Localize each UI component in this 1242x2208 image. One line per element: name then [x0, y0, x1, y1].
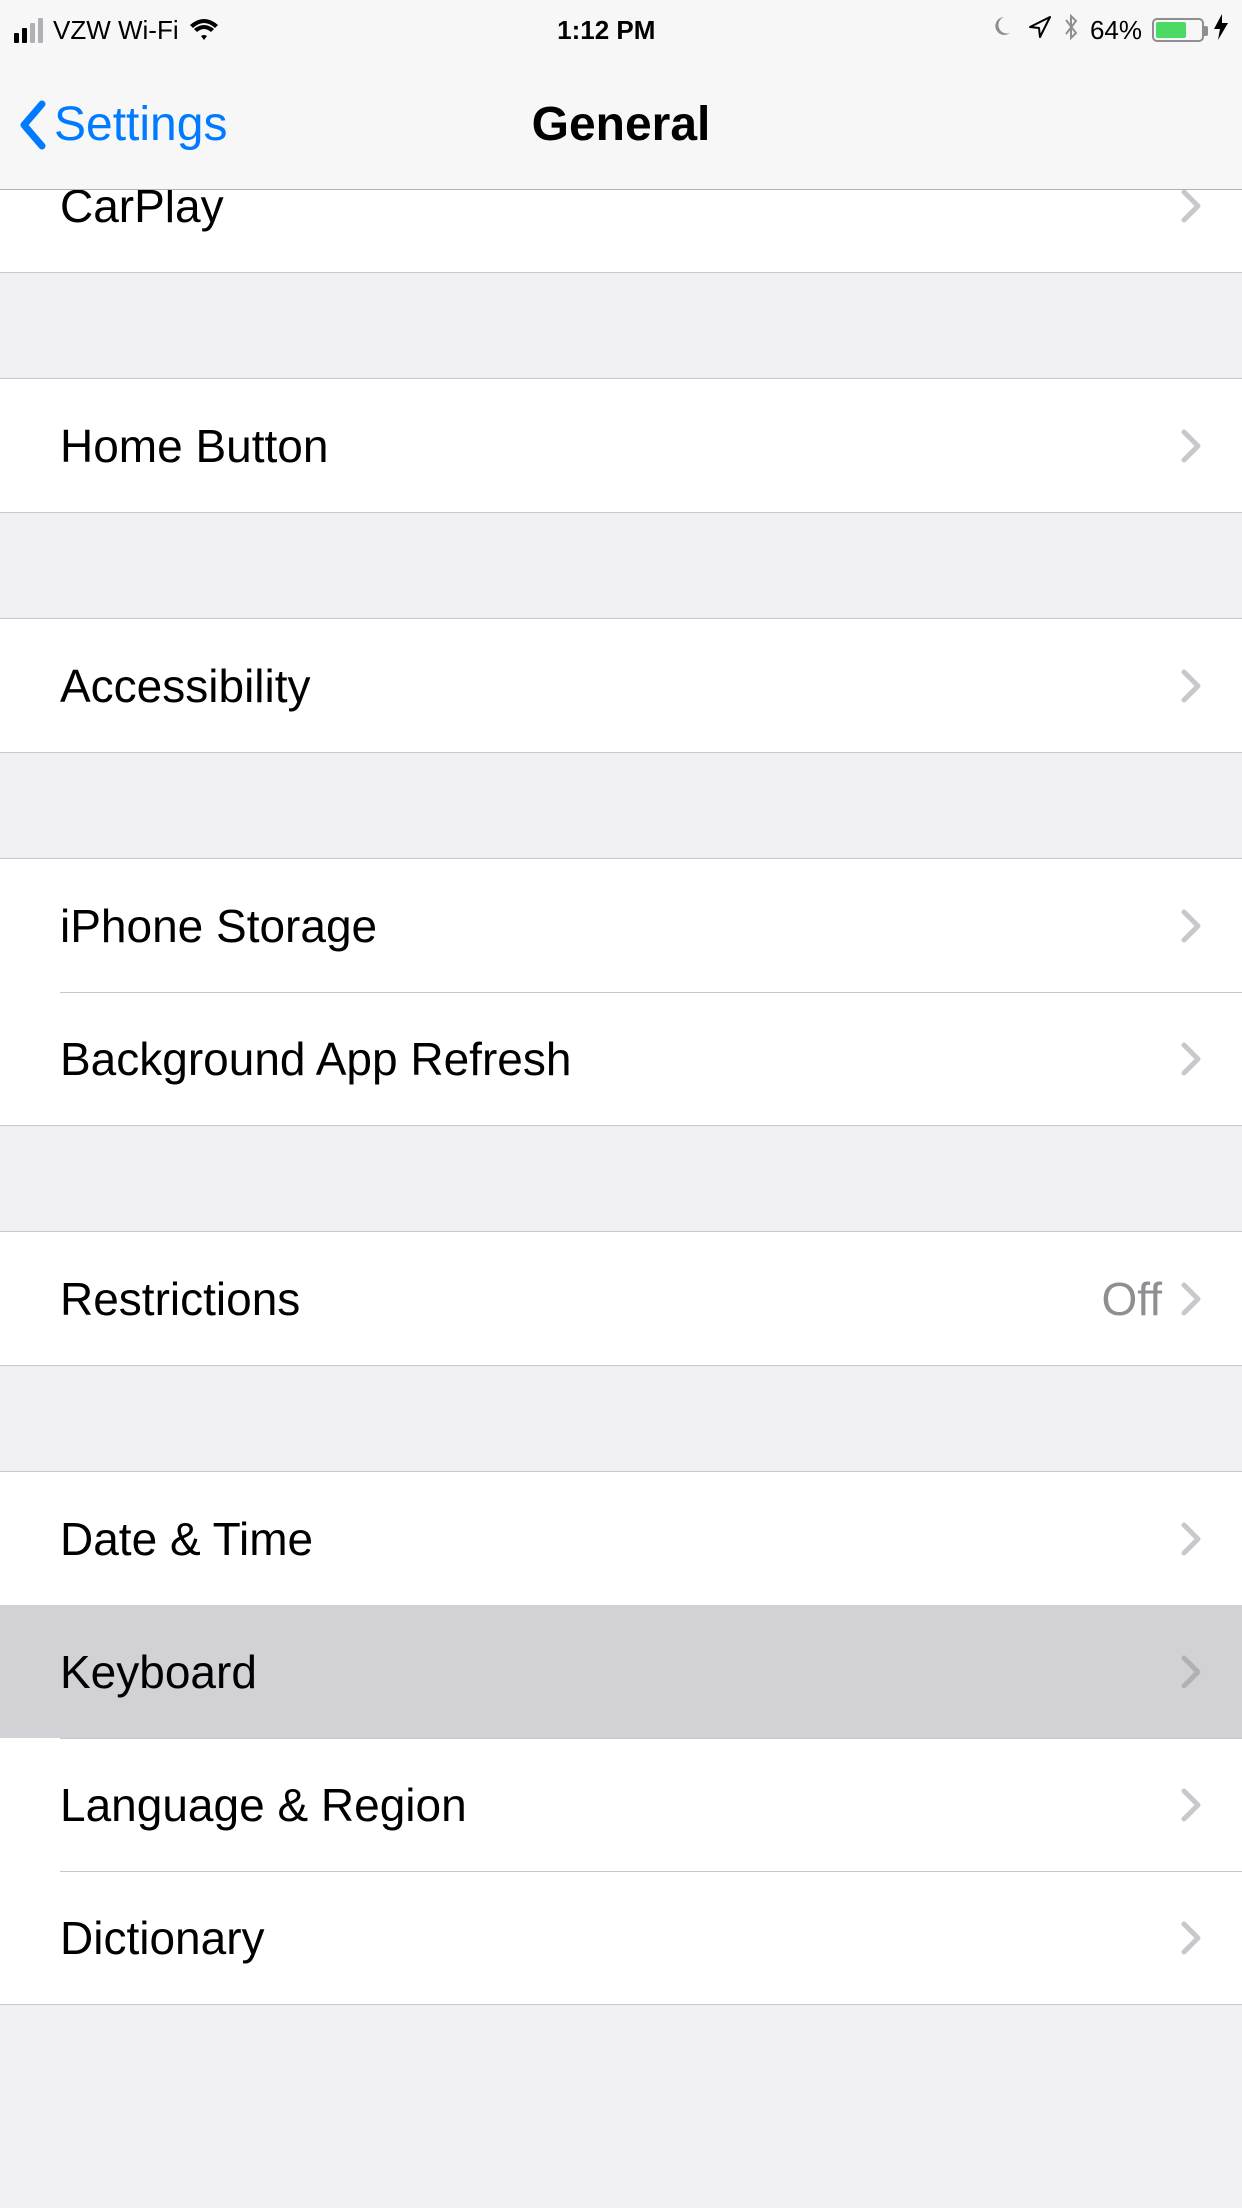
chevron-right-icon [1180, 1787, 1202, 1823]
status-right: 64% [994, 13, 1228, 48]
chevron-right-icon [1180, 1041, 1202, 1077]
status-time: 1:12 PM [557, 15, 655, 46]
group-restrictions: Restrictions Off [0, 1231, 1242, 1366]
group-handoff-carplay: Handoff CarPlay [0, 190, 1242, 273]
chevron-right-icon [1180, 190, 1202, 224]
row-label: Restrictions [60, 1272, 1101, 1326]
row-label: Home Button [60, 419, 1180, 473]
chevron-right-icon [1180, 1920, 1202, 1956]
carrier-label: VZW Wi-Fi [53, 15, 179, 46]
row-label: CarPlay [60, 190, 1180, 233]
row-date-time[interactable]: Date & Time [0, 1472, 1242, 1605]
status-left: VZW Wi-Fi [14, 15, 219, 46]
row-label: Date & Time [60, 1512, 1180, 1566]
settings-list[interactable]: Handoff CarPlay Home Button Accessibilit… [0, 190, 1242, 2208]
chevron-right-icon [1180, 1521, 1202, 1557]
row-background-app-refresh[interactable]: Background App Refresh [0, 992, 1242, 1125]
chevron-right-icon [1180, 1654, 1202, 1690]
row-label: iPhone Storage [60, 899, 1180, 953]
row-iphone-storage[interactable]: iPhone Storage [0, 859, 1242, 992]
row-label: Dictionary [60, 1911, 1180, 1965]
location-icon [1028, 15, 1052, 46]
row-label: Accessibility [60, 659, 1180, 713]
row-carplay[interactable]: CarPlay [0, 190, 1242, 272]
chevron-right-icon [1180, 428, 1202, 464]
row-label: Keyboard [60, 1645, 1180, 1699]
back-button[interactable]: Settings [18, 60, 227, 189]
status-bar: VZW Wi-Fi 1:12 PM 64% [0, 0, 1242, 60]
bluetooth-icon [1062, 13, 1080, 48]
wifi-icon [189, 19, 219, 41]
group-accessibility: Accessibility [0, 618, 1242, 753]
group-locale: Date & Time Keyboard Language & Region D… [0, 1471, 1242, 2005]
chevron-right-icon [1180, 1281, 1202, 1317]
back-label: Settings [54, 97, 227, 152]
chevron-right-icon [1180, 668, 1202, 704]
chevron-left-icon [18, 100, 48, 150]
do-not-disturb-icon [994, 15, 1018, 46]
page-title: General [532, 97, 711, 152]
battery-icon [1152, 18, 1204, 42]
row-dictionary[interactable]: Dictionary [0, 1871, 1242, 2004]
charging-icon [1214, 14, 1228, 47]
battery-percent: 64% [1090, 15, 1142, 46]
row-keyboard[interactable]: Keyboard [0, 1605, 1242, 1738]
row-detail: Off [1101, 1272, 1162, 1326]
group-storage: iPhone Storage Background App Refresh [0, 858, 1242, 1126]
chevron-right-icon [1180, 908, 1202, 944]
row-accessibility[interactable]: Accessibility [0, 619, 1242, 752]
group-home-button: Home Button [0, 378, 1242, 513]
row-label: Language & Region [60, 1778, 1180, 1832]
row-home-button[interactable]: Home Button [0, 379, 1242, 512]
row-label: Background App Refresh [60, 1032, 1180, 1086]
row-language-region[interactable]: Language & Region [0, 1738, 1242, 1871]
row-restrictions[interactable]: Restrictions Off [0, 1232, 1242, 1365]
cellular-signal-icon [14, 18, 43, 43]
nav-bar: Settings General [0, 60, 1242, 190]
